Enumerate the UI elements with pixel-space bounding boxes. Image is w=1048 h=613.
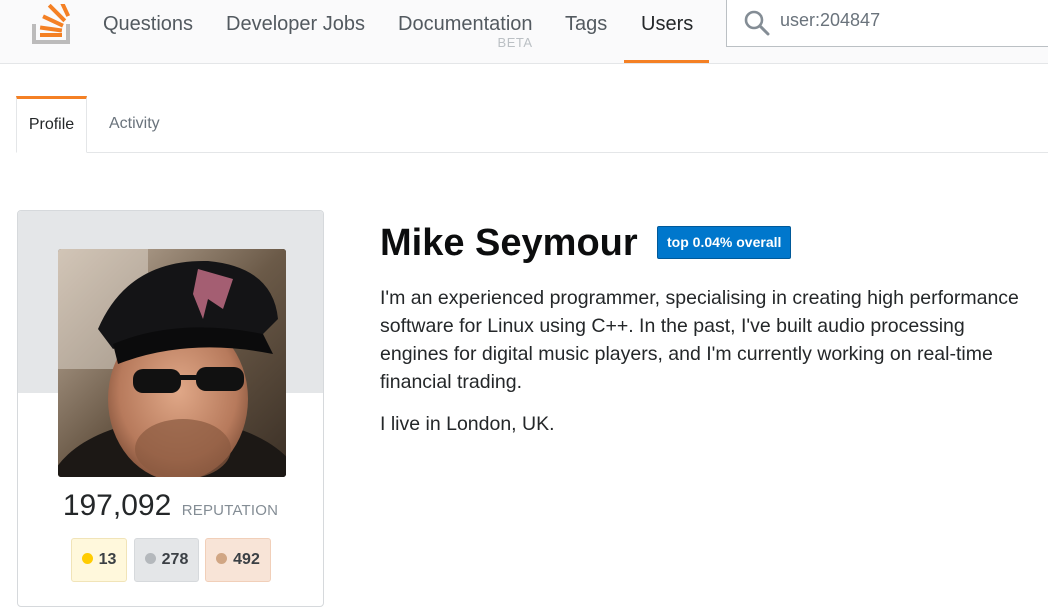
bronze-badge-count: 492 (233, 551, 260, 568)
user-avatar[interactable] (58, 249, 286, 477)
reputation-label: REPUTATION (181, 502, 279, 519)
nav-users[interactable]: Users (624, 0, 709, 63)
nav-questions-label: Questions (103, 13, 194, 35)
gold-badges[interactable]: 13 (71, 538, 127, 582)
beta-label: BETA (497, 35, 533, 50)
silver-badge-icon (144, 553, 156, 564)
gold-badge-icon (81, 553, 93, 564)
tab-profile-label: Profile (28, 116, 75, 133)
tab-activity-label: Activity (109, 115, 160, 132)
rank-badge[interactable]: top 0.04% overall (657, 226, 792, 259)
gold-badge-count: 13 (98, 551, 117, 568)
search-icon[interactable] (743, 9, 771, 37)
tab-profile[interactable]: Profile (16, 96, 87, 153)
nav-documentation[interactable]: Documentation BETA (398, 0, 533, 63)
bio-paragraph: I'm an experienced programmer, specialis… (380, 287, 1019, 393)
user-name: Mike Seymour (380, 222, 638, 264)
silver-badge-count: 278 (161, 551, 189, 568)
nav-developer-jobs-label: Developer Jobs (226, 13, 365, 35)
bronze-badge-icon (216, 553, 228, 564)
nav-tags[interactable]: Tags (565, 0, 607, 63)
tab-activity[interactable]: Activity (109, 96, 160, 153)
nav-questions[interactable]: Questions (103, 0, 193, 63)
stackoverflow-logo-icon[interactable] (30, 4, 74, 46)
profile-card: 197,092 REPUTATION 13 278 492 (17, 210, 324, 607)
user-bio: I'm an experienced programmer, specialis… (380, 284, 1020, 452)
bronze-badges[interactable]: 492 (205, 538, 271, 582)
user-avatar-photo (58, 249, 286, 477)
top-bar: Questions Developer Jobs Documentation B… (0, 0, 1048, 64)
bio-paragraph: I live in London, UK. (380, 413, 555, 435)
silver-badges[interactable]: 278 (134, 538, 199, 582)
nav-developer-jobs[interactable]: Developer Jobs (226, 0, 365, 63)
reputation: 197,092 REPUTATION (18, 489, 323, 523)
nav-tags-label: Tags (565, 13, 608, 35)
nav-documentation-label: Documentation (398, 13, 533, 35)
search-box (726, 0, 1048, 47)
search-input[interactable] (780, 10, 1040, 31)
profile-tabs: Profile Activity (16, 96, 1048, 153)
reputation-value: 197,092 (62, 489, 172, 522)
nav-users-label: Users (641, 13, 694, 35)
